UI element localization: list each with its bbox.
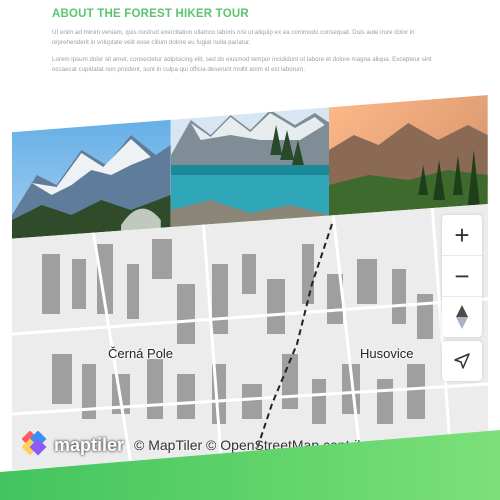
compass-button[interactable] [442, 297, 482, 337]
map-label-husovice: Husovice [360, 346, 414, 361]
maptiler-logo[interactable]: maptiler [22, 431, 124, 459]
map-controls: + − [442, 215, 482, 381]
about-paragraph-2: Lorem ipsum dolor sit amet, consectetur … [52, 56, 432, 73]
zoom-out-button[interactable]: − [442, 256, 482, 297]
maptiler-logo-icon [22, 431, 47, 456]
geolocate-button[interactable] [442, 341, 482, 381]
compass-icon [456, 305, 468, 329]
navigation-arrow-icon [454, 353, 470, 369]
zoom-in-button[interactable]: + [442, 215, 482, 256]
zoom-controls: + − [442, 215, 482, 337]
minus-icon: − [454, 261, 470, 291]
section-title: ABOUT THE FOREST HIKER TOUR [52, 8, 249, 20]
plus-icon: + [454, 220, 470, 250]
maptiler-logo-text: maptiler [54, 434, 125, 455]
about-paragraph-1: Ut enim ad minim veniam, quis nostrud ex… [52, 29, 415, 46]
snowy-mountain-photo [12, 95, 171, 250]
map-label-cerna-pole: Černá Pole [108, 346, 174, 361]
about-section: ABOUT THE FOREST HIKER TOUR Ut enim ad m… [52, 8, 452, 74]
geolocate-group [442, 341, 482, 381]
